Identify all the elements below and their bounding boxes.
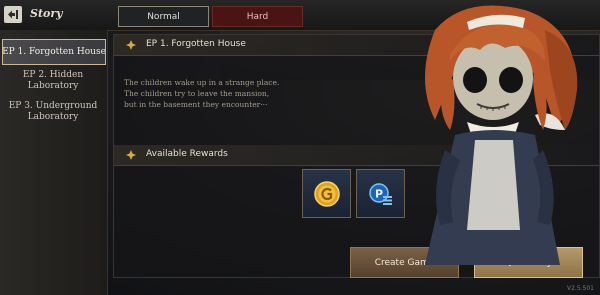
ornament-icon (126, 40, 136, 50)
back-arrow-icon (8, 10, 18, 19)
episode-description: The children wake up in a strange place.… (124, 77, 344, 110)
sidebar-item-ep2[interactable]: EP 2. Hidden Laboratory (2, 70, 104, 92)
description-line: The children try to leave the mansion, (124, 89, 270, 98)
back-button[interactable] (4, 6, 22, 23)
reward-slot-gold[interactable] (302, 169, 351, 218)
tab-hard[interactable]: Hard (212, 6, 303, 27)
gold-coin-icon (313, 180, 340, 207)
rewards-title: Available Rewards (146, 149, 228, 159)
version-label: V2.5.501 (566, 285, 594, 292)
sidebar-item-ep3[interactable]: EP 3. Underground Laboratory (2, 101, 104, 123)
sidebar-item-ep1[interactable]: EP 1. Forgotten House (2, 39, 106, 65)
ornament-icon (126, 150, 136, 160)
description-line: but in the basement they encounter··· (124, 100, 268, 109)
point-ticket-icon: P (368, 182, 392, 205)
episode-sidebar: EP 1. Forgotten House EP 2. Hidden Labor… (0, 30, 108, 295)
character-portrait (425, 5, 578, 265)
tab-normal[interactable]: Normal (118, 6, 209, 27)
page-title: Story (30, 7, 63, 20)
episode-title: EP 1. Forgotten House (146, 39, 246, 49)
description-line: The children wake up in a strange place. (124, 78, 280, 87)
svg-text:P: P (375, 187, 383, 200)
